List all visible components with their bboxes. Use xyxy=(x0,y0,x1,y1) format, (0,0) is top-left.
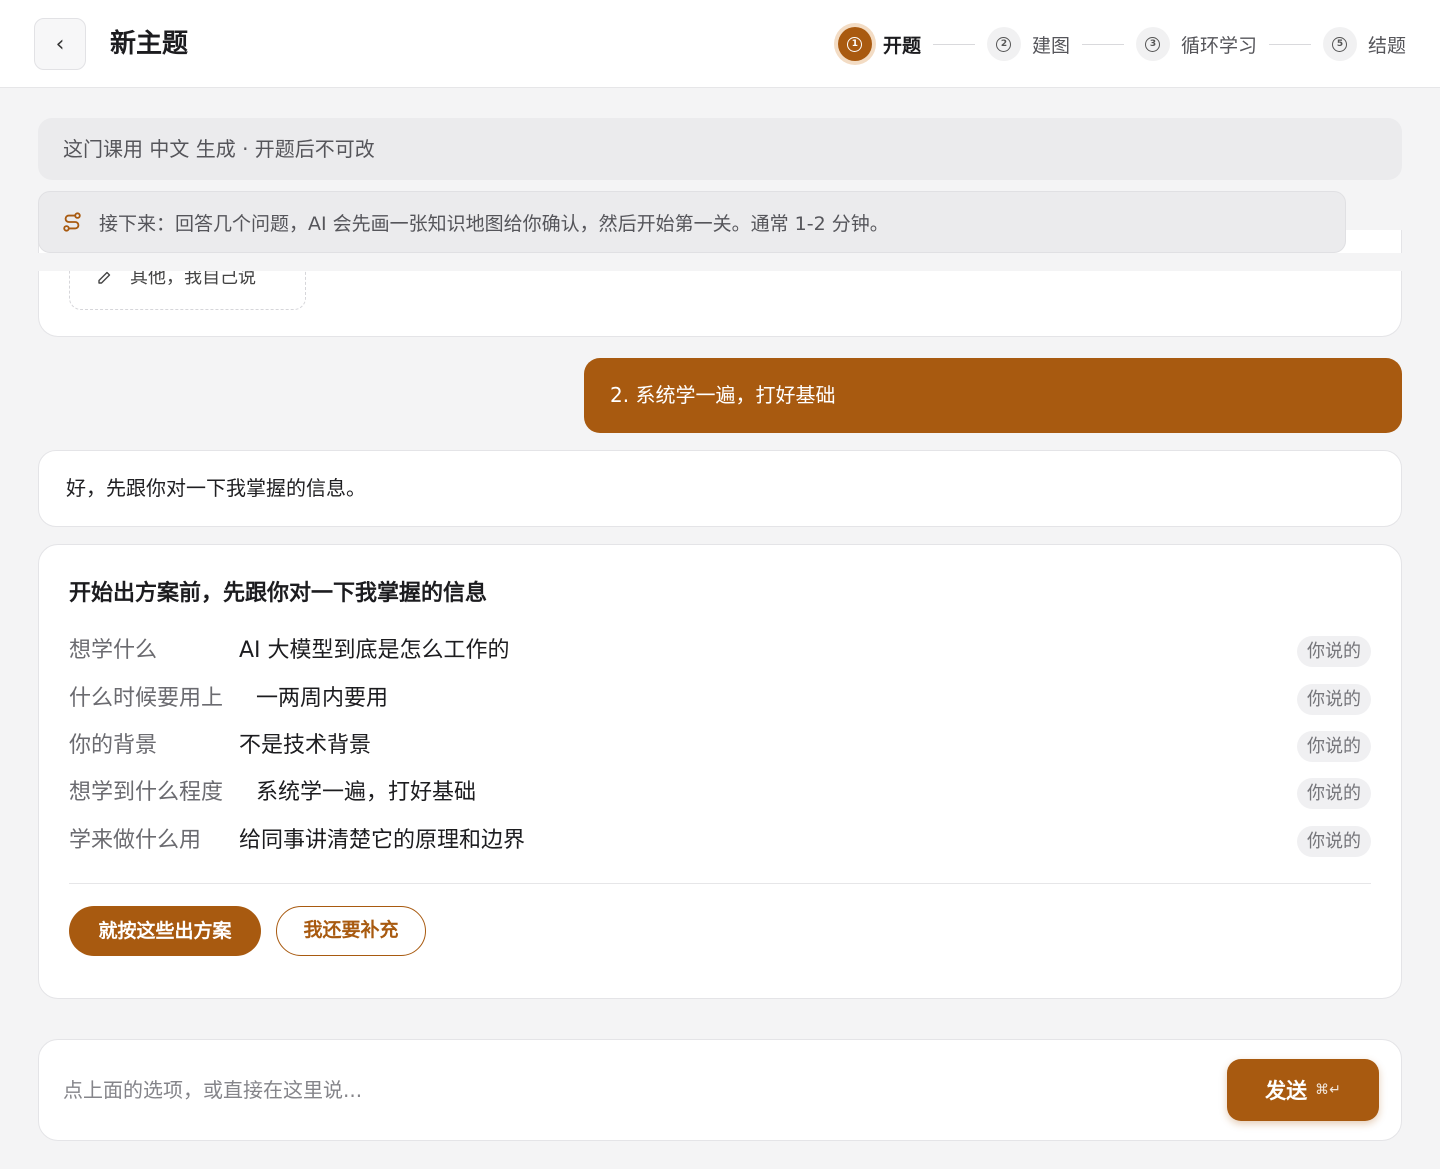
info-label: 你的背景 xyxy=(69,733,158,758)
step-connector xyxy=(932,43,975,45)
info-label: 想学什么 xyxy=(69,638,158,663)
info-row: 你的背景 不是技术背景 你说的 xyxy=(69,728,1371,764)
chat-input-bar: 发送 ⌘↵ xyxy=(38,1039,1402,1141)
chevron-left-icon: ‹ xyxy=(55,31,65,57)
source-badge: 你说的 xyxy=(1297,778,1371,809)
keyboard-shortcut-icon: ⌘↵ xyxy=(1315,1082,1341,1098)
step-number-icon: 1 xyxy=(837,27,872,61)
info-value: 给同事讲清楚它的原理和边界 xyxy=(239,828,526,853)
confirm-plan-button[interactable]: 就按这些出方案 xyxy=(69,906,261,956)
step-number-icon: 3 xyxy=(1135,27,1170,61)
step-build-map[interactable]: 2 建图 xyxy=(986,27,1070,61)
info-label: 什么时候要用上 xyxy=(69,686,224,711)
info-value: 系统学一遍，打好基础 xyxy=(256,780,477,805)
step-conclude[interactable]: 5 结题 xyxy=(1322,27,1406,61)
step-label: 结题 xyxy=(1367,34,1406,57)
progress-stepper: 1 开题 2 建图 3 循环学习 5 结题 xyxy=(837,24,1406,64)
step-number-icon: 2 xyxy=(986,27,1021,61)
info-summary-card: 开始出方案前，先跟你对一下我掌握的信息 想学什么 AI 大模型到底是怎么工作的 … xyxy=(38,544,1402,999)
summary-title: 开始出方案前，先跟你对一下我掌握的信息 xyxy=(69,581,488,606)
divider xyxy=(69,883,1371,884)
pencil-icon xyxy=(98,271,111,284)
info-row: 想学什么 AI 大模型到底是怎么工作的 你说的 xyxy=(69,633,1371,669)
step-number-icon: 5 xyxy=(1322,27,1357,61)
scroll-fade xyxy=(38,253,1402,271)
step-label: 开题 xyxy=(882,34,921,57)
language-notice: 这门课用 中文 生成 · 开题后不可改 xyxy=(38,118,1402,180)
next-steps-notice: 接下来：回答几个问题，AI 会先画一张知识地图给你确认，然后开始第一关。通常 1… xyxy=(38,191,1346,253)
step-loop-learning[interactable]: 3 循环学习 xyxy=(1135,27,1257,61)
step-open-topic[interactable]: 1 开题 xyxy=(837,27,921,61)
source-badge: 你说的 xyxy=(1297,684,1371,715)
step-label: 循环学习 xyxy=(1180,34,1257,57)
add-more-button[interactable]: 我还要补充 xyxy=(276,906,426,956)
route-icon xyxy=(63,212,81,232)
step-connector xyxy=(1081,43,1124,45)
info-label: 想学到什么程度 xyxy=(69,780,224,805)
info-value: 不是技术背景 xyxy=(239,733,372,758)
send-button[interactable]: 发送 ⌘↵ xyxy=(1227,1059,1379,1121)
step-connector xyxy=(1268,43,1311,45)
top-header: ‹ 新主题 1 开题 2 建图 3 循环学习 5 结题 xyxy=(0,0,1440,88)
step-label: 建图 xyxy=(1031,34,1070,57)
info-value: AI 大模型到底是怎么工作的 xyxy=(239,638,510,663)
chat-input[interactable] xyxy=(63,1070,1163,1110)
ai-message: 好，先跟你对一下我掌握的信息。 xyxy=(38,450,1402,527)
info-row: 想学到什么程度 系统学一遍，打好基础 你说的 xyxy=(69,775,1371,811)
source-badge: 你说的 xyxy=(1297,731,1371,762)
info-label: 学来做什么用 xyxy=(69,828,202,853)
info-value: 一两周内要用 xyxy=(256,686,389,711)
page-title: 新主题 xyxy=(110,29,189,59)
info-row: 学来做什么用 给同事讲清楚它的原理和边界 你说的 xyxy=(69,823,1371,859)
send-label: 发送 xyxy=(1265,1079,1308,1103)
next-steps-text: 接下来：回答几个问题，AI 会先画一张知识地图给你确认，然后开始第一关。通常 1… xyxy=(99,212,889,235)
back-button[interactable]: ‹ xyxy=(34,18,86,70)
source-badge: 你说的 xyxy=(1297,636,1371,667)
source-badge: 你说的 xyxy=(1297,826,1371,857)
user-message: 2. 系统学一遍，打好基础 xyxy=(584,358,1402,433)
info-row: 什么时候要用上 一两周内要用 你说的 xyxy=(69,681,1371,717)
